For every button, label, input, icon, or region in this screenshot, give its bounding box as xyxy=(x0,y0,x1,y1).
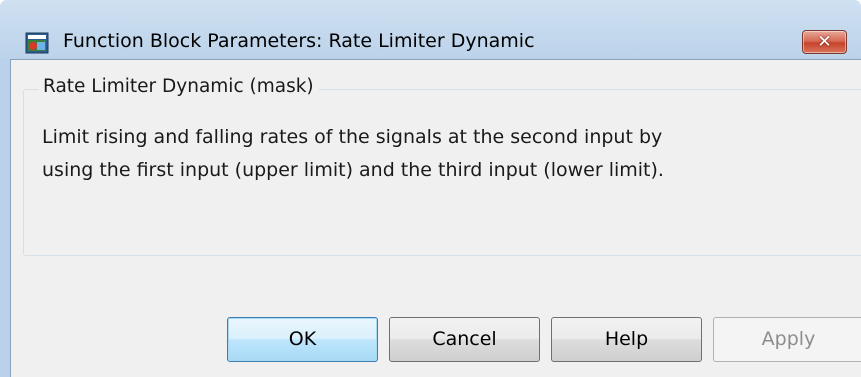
window-title: Function Block Parameters: Rate Limiter … xyxy=(63,30,535,52)
close-button[interactable]: ✕ xyxy=(802,30,847,54)
cancel-button[interactable]: Cancel xyxy=(389,317,540,362)
title-bar[interactable]: Function Block Parameters: Rate Limiter … xyxy=(0,0,861,58)
group-legend: Rate Limiter Dynamic (mask) xyxy=(39,76,319,97)
description-line-1: Limit rising and falling rates of the si… xyxy=(42,126,663,148)
close-icon: ✕ xyxy=(817,32,832,52)
dialog-window: Function Block Parameters: Rate Limiter … xyxy=(0,0,861,377)
apply-button: Apply xyxy=(713,317,861,362)
help-button[interactable]: Help xyxy=(551,317,702,362)
ok-button[interactable]: OK xyxy=(227,317,378,362)
simulink-block-icon xyxy=(25,32,49,54)
description-line-2: using the first input (upper limit) and … xyxy=(42,159,664,181)
mask-description: Limit rising and falling rates of the si… xyxy=(42,121,857,187)
dialog-body: Rate Limiter Dynamic (mask) Limit rising… xyxy=(10,59,861,377)
